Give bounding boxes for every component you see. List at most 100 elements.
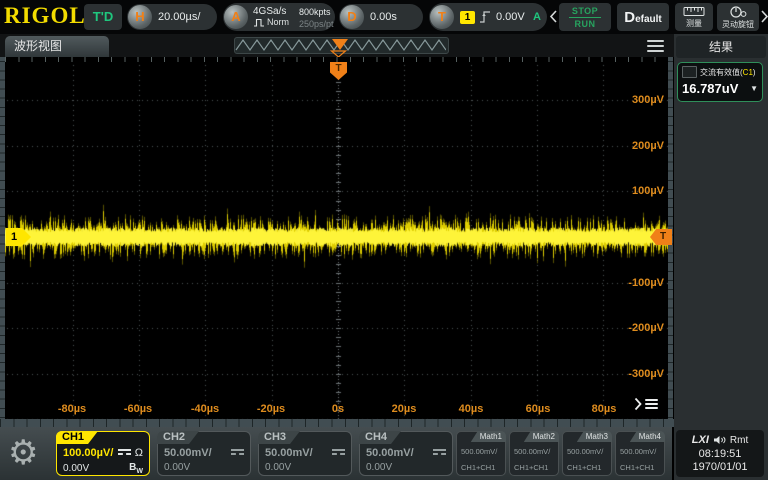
results-panel-title: 结果 [676,36,766,58]
y-axis-label: -200µV [604,322,664,334]
x-axis-label: 40µs [459,403,484,415]
acquisition-waveform-icon [253,18,265,27]
oscilloscope-screen: RIGOL T'D H 20.00µs/ A 4GSa/s Norm 800kp… [0,0,768,480]
settings-gear-icon[interactable]: ⚙ [8,434,38,472]
remote-indicator: Rmt [730,435,748,446]
delay-value: 0.00s [370,11,397,23]
timebase-value: 20.00µs/ [158,11,200,23]
rigol-logo: RIGOL [4,3,86,29]
x-axis-label: 20µs [392,403,417,415]
run-label: RUN [575,19,596,29]
default-label: Default [624,9,662,26]
measurement-value: 16.787uV [682,81,738,96]
default-button[interactable]: Default [617,3,669,31]
acquisition-mode: Norm [267,17,289,28]
lxi-badge: LXI [692,434,709,446]
ch3-scale: 50.00mV/ [265,447,313,459]
math2-tab[interactable]: Math2 [524,431,559,442]
ch3-tab[interactable]: CH3 [258,431,300,444]
ch2-offset: 0.00V [164,462,190,473]
math-box-math2[interactable]: Math2 500.00mV/ CH1+CH1 [509,431,559,476]
math1-scale: 500.00mV/ [461,447,497,456]
dropdown-icon[interactable]: ▼ [750,84,758,93]
system-time: 08:19:51 [676,448,764,460]
ch1-tab[interactable]: CH1 [56,431,98,444]
math3-scale: 500.00mV/ [567,447,603,456]
top-bar: RIGOL T'D H 20.00µs/ A 4GSa/s Norm 800kp… [0,0,768,34]
dc-coupling-icon [433,449,446,457]
trigger-source-badge: 1 [460,11,475,24]
view-tab-bar: 波形视图 [0,34,674,57]
math-box-math1[interactable]: Math1 500.00mV/ CH1+CH1 [456,431,506,476]
system-status-box[interactable]: LXI Rmt 08:19:51 1970/01/01 [676,430,764,477]
d-knob-icon[interactable]: D [340,5,364,29]
sample-rate: 4GSa/s [253,6,289,17]
horizontal-timebase-button[interactable]: H 20.00µs/ [127,4,217,30]
measurement-channel: C1 [743,68,753,77]
ch2-tab[interactable]: CH2 [157,431,199,444]
flex-knob-icon [729,5,747,18]
sample-resolution: 250ps/pt [299,18,334,30]
trigger-sweep-mode: A [533,11,541,23]
waveform-canvas[interactable] [5,63,668,420]
scroll-right-icon[interactable] [760,9,768,25]
acquisition-left-column: 4GSa/s Norm [253,6,289,28]
math-box-math3[interactable]: Math3 500.00mV/ CH1+CH1 [562,431,612,476]
math1-tab[interactable]: Math1 [471,431,506,442]
h-knob-icon[interactable]: H [128,5,152,29]
acquisition-button[interactable]: A 4GSa/s Norm 800kpts 250ps/pt [223,3,335,31]
expand-menu-icon[interactable] [634,397,658,411]
a-knob-icon[interactable]: A [224,5,248,29]
channel-box-ch3[interactable]: CH3 50.00mV/ 0.00V [258,431,352,476]
math4-tab[interactable]: Math4 [630,431,665,442]
ch2-scale: 50.00mV/ [164,447,212,459]
dc-coupling-icon [332,449,345,457]
flex-knob-button[interactable]: 灵动旋钮 [717,3,759,31]
channel-box-ch4[interactable]: CH4 50.00mV/ 0.00V [359,431,453,476]
ch4-scale: 50.00mV/ [366,447,414,459]
scroll-left-icon[interactable] [549,9,559,25]
x-axis-label: -60µs [124,403,152,415]
t-knob-icon[interactable]: T [430,5,454,29]
dc-coupling-icon [118,449,131,457]
delay-button[interactable]: D 0.00s [339,4,423,30]
tab-waveform-view[interactable]: 波形视图 [5,36,109,57]
system-date: 1970/01/01 [676,461,764,473]
x-axis-label: -80µs [58,403,86,415]
beeper-icon [713,435,726,445]
x-axis-label: 0s [332,403,344,415]
channel-bar: ⚙ CH1 100.00µV/ Ω 0.00V BW CH2 50.00mV/ … [0,427,768,480]
acquisition-right-column: 800kpts 250ps/pt [299,6,334,30]
x-axis-label: 60µs [526,403,551,415]
math-box-math4[interactable]: Math4 500.00mV/ CH1+CH1 [615,431,665,476]
measurement-thumbnail-icon [682,66,697,78]
trigger-status-badge: T'D [84,4,122,30]
impedance-label: Ω [135,447,143,459]
top-tick-ruler [5,57,668,62]
ch4-offset: 0.00V [366,462,392,473]
minimap-trigger-marker[interactable] [332,39,348,50]
stop-run-button[interactable]: STOP RUN [559,3,611,31]
measurement-result-card[interactable]: 交流有效值(C1) 16.787uV ▼ [677,62,763,102]
ch3-offset: 0.00V [265,462,291,473]
measure-label: 测量 [686,18,702,29]
math3-tab[interactable]: Math3 [577,431,612,442]
stop-label: STOP [572,6,598,16]
trigger-button[interactable]: T 1 0.00V A [429,3,547,31]
bandwidth-label: BW [129,462,143,475]
math4-expression: CH1+CH1 [620,463,654,472]
y-axis-label: 100µV [604,185,664,197]
menu-icon[interactable] [647,40,664,55]
measure-button[interactable]: 测量 [675,3,713,31]
ch4-tab[interactable]: CH4 [359,431,401,444]
x-axis-label: 80µs [592,403,617,415]
channel-box-ch2[interactable]: CH2 50.00mV/ 0.00V [157,431,251,476]
x-axis-label: -40µs [191,403,219,415]
measurement-label: 交流有效值(C1) [700,67,756,78]
waveform-display[interactable]: 300µV 200µV 100µV -100µV -200µV -300µV -… [0,57,674,427]
y-axis-label: -100µV [604,277,664,289]
bottom-tick-ruler [0,419,674,427]
channel-box-ch1[interactable]: CH1 100.00µV/ Ω 0.00V BW [56,431,150,476]
flex-knob-label: 灵动旋钮 [722,19,754,30]
math3-expression: CH1+CH1 [567,463,601,472]
